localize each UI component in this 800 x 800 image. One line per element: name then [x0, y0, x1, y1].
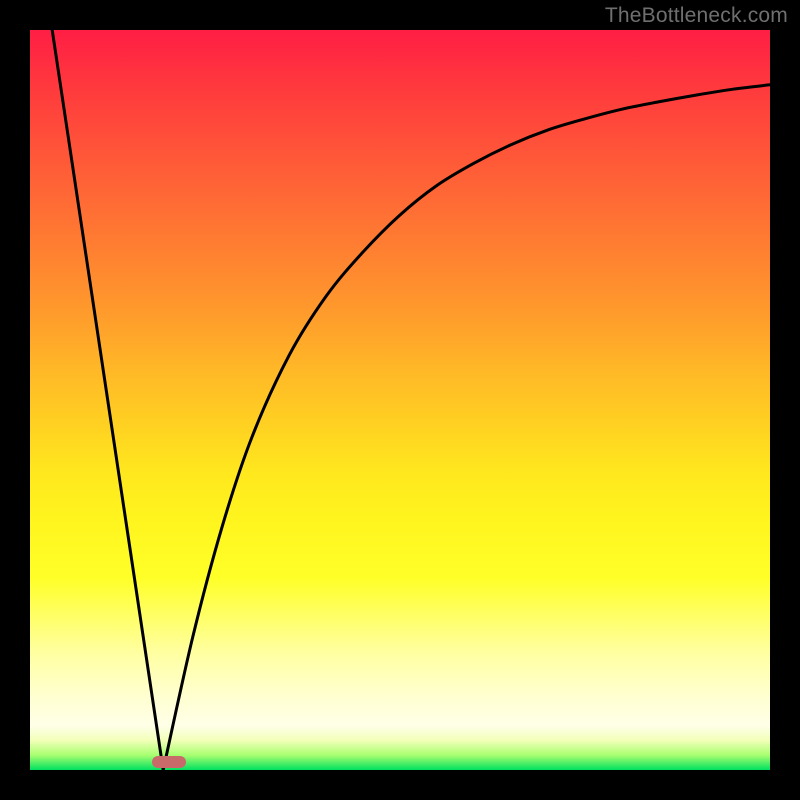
chart-frame: TheBottleneck.com [0, 0, 800, 800]
bottleneck-curve [30, 30, 770, 770]
curve-path [52, 30, 770, 770]
minimum-marker [152, 756, 186, 768]
watermark-text: TheBottleneck.com [605, 4, 788, 28]
